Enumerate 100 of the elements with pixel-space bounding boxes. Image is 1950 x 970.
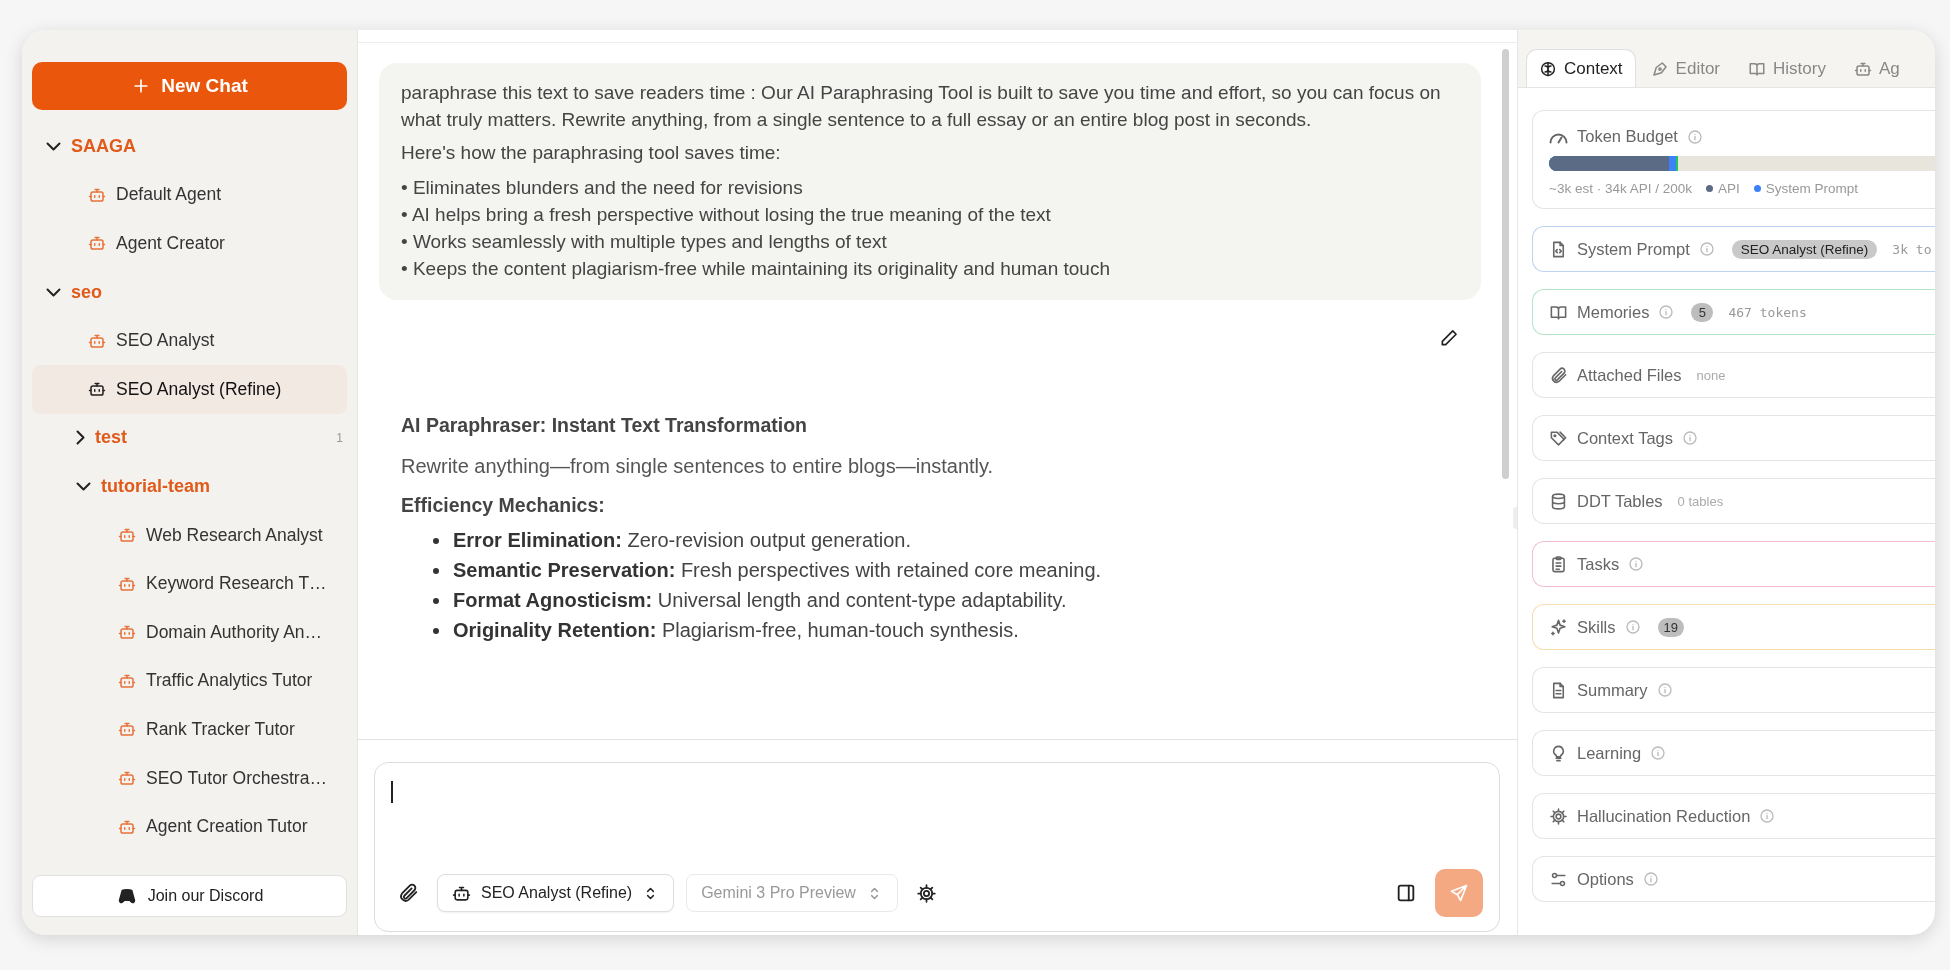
info-icon[interactable] [1656, 682, 1673, 698]
context-card[interactable]: Tasks [1532, 541, 1935, 587]
agent-item[interactable]: Keyword Research T… [32, 559, 347, 608]
info-icon[interactable] [1624, 619, 1641, 635]
context-card[interactable]: Attached Files none [1532, 352, 1935, 398]
card-note: 3k to [1892, 241, 1932, 257]
agent-select[interactable]: SEO Analyst (Refine) [437, 874, 675, 912]
response-bullet: Originality Retention: Plagiarism-free, human-touch synthesis. [453, 619, 1019, 642]
context-card[interactable]: Summary [1532, 667, 1935, 713]
card-title: DDT Tables [1577, 491, 1663, 511]
card-title: Options [1577, 869, 1634, 889]
info-icon[interactable] [1686, 128, 1703, 145]
card-title: Context Tags [1577, 428, 1673, 448]
folder-label: tutorial-team [101, 475, 211, 497]
card-title: Memories [1577, 302, 1650, 322]
panel-tab[interactable]: Context [1526, 49, 1636, 87]
info-icon[interactable] [1682, 430, 1698, 446]
response-bullet: Semantic Preservation: Fresh perspectives with retained core meaning. [453, 559, 1102, 582]
response-text: Rewrite anything—from single sentences to entire blogs—instantly. [401, 455, 995, 478]
bullet-icon [433, 567, 439, 574]
context-card[interactable]: System Prompt SEO Analyst (Refine) 3k to [1532, 226, 1935, 272]
robot-icon [118, 769, 136, 787]
response-bullet: Format Agnosticism: Universal length and content-type adaptability. [453, 589, 1067, 612]
paperclip-icon [1549, 365, 1568, 385]
info-icon[interactable] [1698, 241, 1715, 257]
message-text: Here's how the paraphrasing tool saves time: [401, 141, 782, 165]
folder-label: seo [71, 281, 104, 303]
response-subheading: Efficiency Mechanics: [401, 494, 606, 517]
sidebar-icon [1395, 882, 1417, 904]
tag-icon [1549, 428, 1568, 448]
agent-item[interactable]: SEO Analyst [32, 316, 347, 365]
context-card[interactable]: Skills 19 [1532, 604, 1935, 650]
folder-label: test [95, 427, 128, 449]
agent-item[interactable]: Agent Creation Tutor [32, 802, 347, 851]
gear-icon [1549, 806, 1568, 826]
context-card[interactable]: Options [1532, 856, 1935, 902]
message-line: • AI helps bring a fresh perspective without losing the true meaning of the text [401, 203, 1052, 227]
robot-icon [88, 234, 106, 253]
agent-item[interactable]: SEO Analyst (Refine) [32, 364, 347, 414]
card-title: Hallucination Reduction [1577, 806, 1751, 826]
card-title: Summary [1577, 680, 1648, 700]
send-icon [1449, 883, 1469, 903]
robot-icon [88, 380, 106, 399]
agent-item[interactable]: Agent Creator [32, 219, 347, 268]
agent-item[interactable]: Default Agent [32, 170, 347, 220]
count-badge: 19 [1657, 617, 1684, 637]
agent-item[interactable]: Rank Tracker Tutor [32, 705, 347, 754]
chevron-icon [76, 430, 85, 446]
card-note: 0 tables [1677, 493, 1724, 509]
chevron-icon [46, 141, 61, 151]
info-icon[interactable] [1759, 808, 1776, 824]
message-line: • Eliminates blunders and the need for revisions [401, 176, 804, 200]
pencil-icon [1439, 328, 1459, 348]
info-icon[interactable] [1658, 304, 1675, 320]
paperclip-icon [397, 882, 419, 904]
token-summary: ~3k est · 34k API / 200k [1549, 181, 1692, 196]
agent-item[interactable]: Traffic Analytics Tutor [32, 656, 347, 706]
brain-icon [1539, 59, 1557, 78]
scrollbar[interactable] [1502, 49, 1509, 479]
card-title: Attached Files [1577, 365, 1682, 385]
chevron-icon [46, 287, 61, 297]
gear-icon [915, 882, 937, 904]
chevron-icon [76, 481, 91, 491]
robot-icon [118, 526, 136, 545]
context-card[interactable]: Context Tags [1532, 415, 1935, 461]
sparkle-icon [1549, 617, 1568, 637]
bullet-icon [433, 627, 439, 634]
robot-icon [118, 623, 136, 642]
context-card[interactable]: Learning [1532, 730, 1935, 776]
new-chat-button[interactable]: New Chat [32, 62, 347, 110]
info-icon[interactable] [1642, 871, 1659, 887]
card-note: none [1696, 367, 1726, 383]
discord-button[interactable]: Join our Discord [32, 875, 347, 917]
agent-item[interactable]: Web Research Analyst [32, 510, 347, 560]
info-icon[interactable] [1650, 745, 1667, 761]
legend-label: System Prompt [1765, 181, 1858, 196]
message-line: • Keeps the content plagiarism-free while maintaining its originality and human touch [401, 257, 1111, 281]
agent-item[interactable]: Domain Authority An… [32, 607, 347, 657]
card-title: Tasks [1577, 554, 1620, 574]
card-title: System Prompt [1577, 239, 1690, 259]
count-badge: 5 [1691, 302, 1714, 322]
info-icon[interactable] [1628, 556, 1645, 572]
card-note: 467 tokens [1728, 304, 1807, 320]
message-text: paraphrase this text to save readers time : Our AI Paraphrasing Tool is built to save you time and effort, so you can focus on what truly matters. Rewrite anything, from a single sentence to a full essay or an entire blog post in seconds. [401, 81, 1442, 132]
clipboard-icon [1549, 554, 1568, 574]
robot-icon [118, 720, 136, 739]
context-card[interactable]: Memories 5 467 tokens [1532, 289, 1935, 335]
agent-tag: SEO Analyst (Refine) [1731, 239, 1878, 259]
folder-label: SAAGA [71, 135, 137, 157]
context-card[interactable]: Hallucination Reduction [1532, 793, 1935, 839]
message-line: • Works seamlessly with multiple types and lengths of text [401, 230, 888, 254]
context-card[interactable]: DDT Tables 0 tables [1532, 478, 1935, 524]
response-heading: AI Paraphraser: Instant Text Transformation [401, 414, 808, 437]
card-title: Learning [1577, 743, 1642, 763]
pen-icon [1650, 59, 1669, 78]
bullet-icon [433, 537, 439, 544]
card-title: Token Budget [1577, 127, 1678, 146]
agent-item[interactable]: SEO Tutor Orchestra… [32, 753, 347, 803]
response-bullet: Error Elimination: Zero-revision output generation. [453, 529, 911, 552]
legend-label: API [1717, 181, 1740, 196]
